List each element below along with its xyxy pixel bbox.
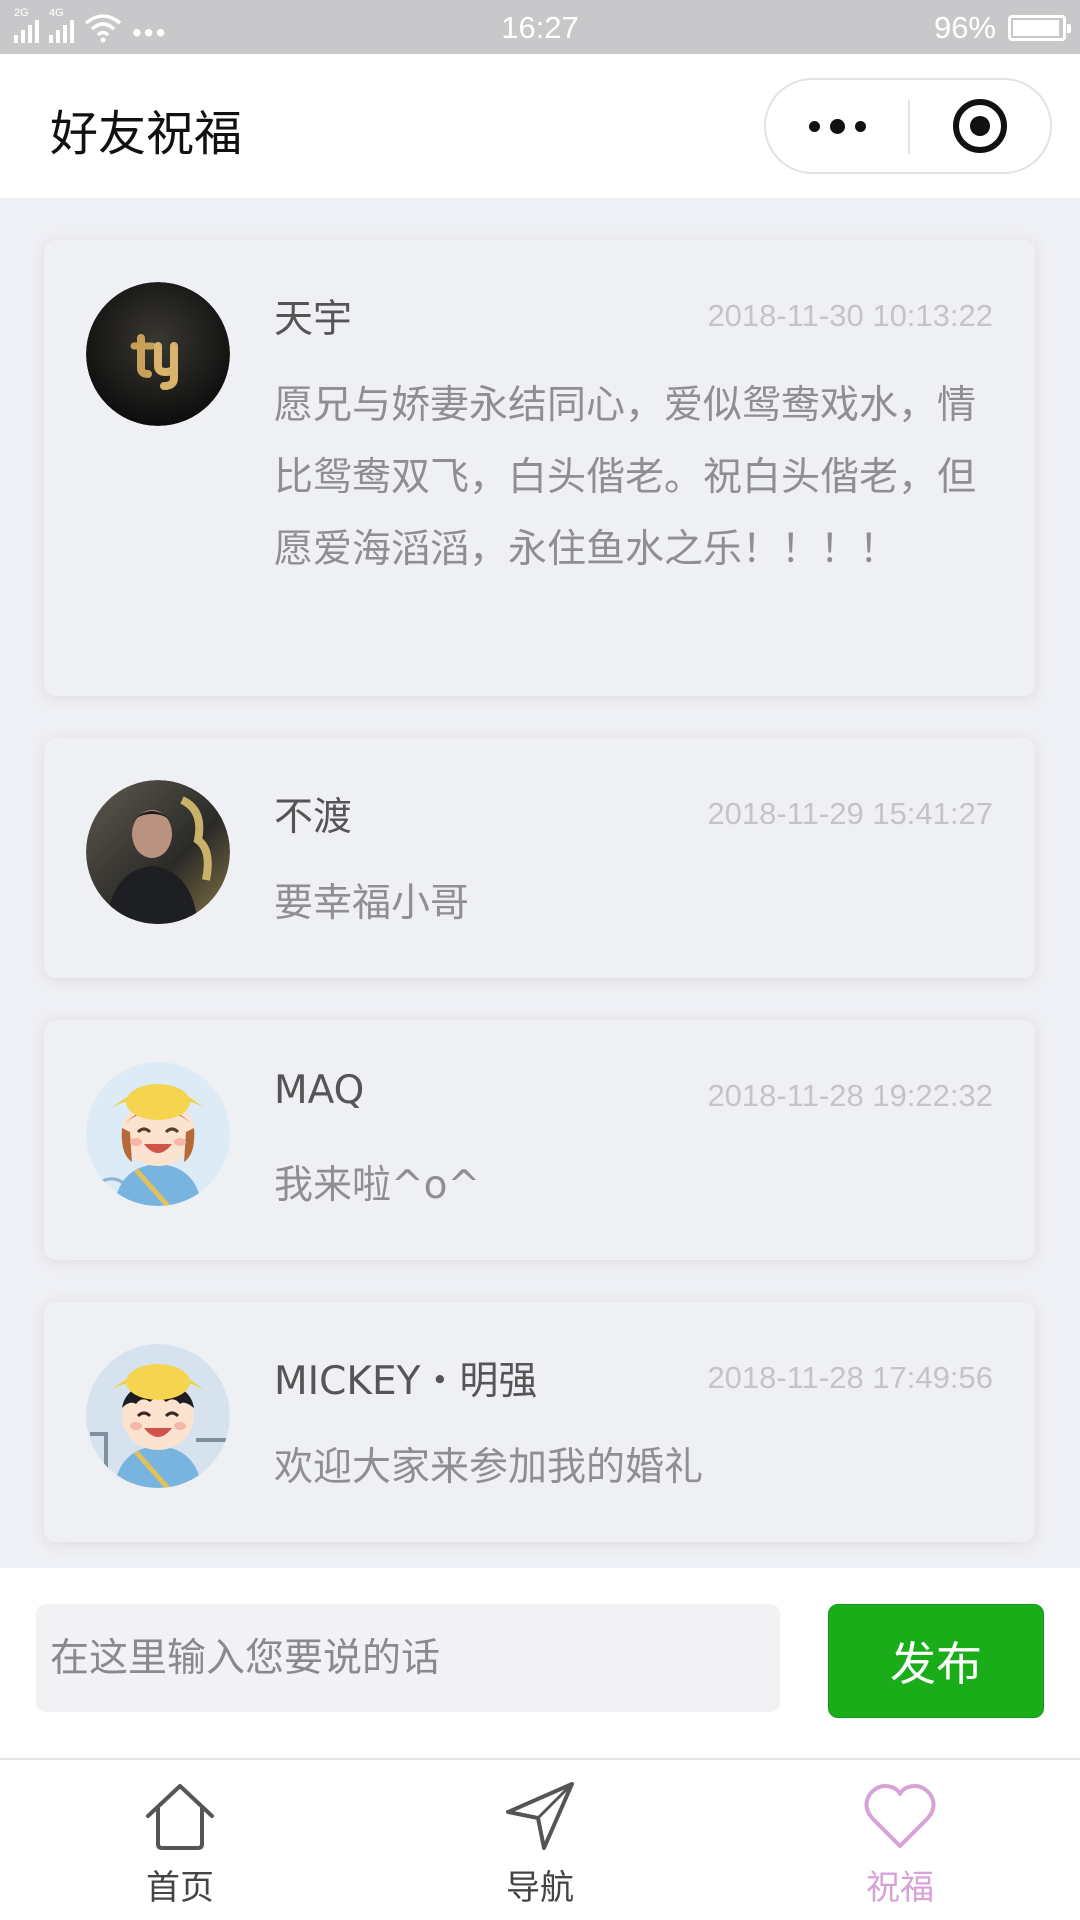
- page-title: 好友祝福: [50, 106, 243, 162]
- publish-button[interactable]: 发布: [828, 1604, 1044, 1718]
- tab-label: 导航: [506, 1868, 574, 1908]
- tab-label: 首页: [146, 1868, 214, 1908]
- tab-navigation[interactable]: 导航: [440, 1776, 640, 1916]
- navigation-arrow-icon: [506, 1782, 574, 1850]
- sender-name: 天宇: [274, 297, 353, 342]
- more-dots-icon[interactable]: [766, 80, 908, 172]
- tab-blessing[interactable]: 祝福: [800, 1776, 1000, 1916]
- avatar[interactable]: [86, 1344, 230, 1488]
- battery-icon: [1008, 15, 1071, 41]
- avatar[interactable]: [86, 282, 230, 426]
- navigation-bar: 好友祝福: [0, 54, 1080, 198]
- cartoon-girl-avatar-icon: [86, 1062, 230, 1206]
- avatar[interactable]: [86, 780, 230, 924]
- message-text: 要幸福小哥: [274, 881, 470, 926]
- ty-logo-avatar-icon: [86, 282, 230, 426]
- message-text: 我来啦^o^: [274, 1163, 481, 1208]
- status-right: 96%: [933, 10, 1071, 46]
- message-timestamp: 2018-11-28 17:49:56: [707, 1360, 993, 1395]
- home-icon: [146, 1784, 214, 1850]
- clock: 16:27: [501, 10, 579, 45]
- photo-avatar-icon: [86, 780, 230, 924]
- target-circle-icon[interactable]: [910, 80, 1050, 172]
- message-text: 欢迎大家来参加我的婚礼: [274, 1445, 704, 1490]
- battery-percent: 96%: [933, 10, 996, 45]
- sender-name: MAQ: [274, 1068, 365, 1113]
- cartoon-boy-avatar-icon: [86, 1344, 230, 1488]
- list-item: 不渡 2018-11-29 15:41:27 要幸福小哥: [44, 738, 1035, 978]
- list-item: MAQ 2018-11-28 19:22:32 我来啦^o^: [44, 1020, 1035, 1260]
- message-timestamp: 2018-11-29 15:41:27: [707, 796, 993, 831]
- sender-name: MICKEY・明强: [274, 1359, 538, 1404]
- avatar[interactable]: [86, 1062, 230, 1206]
- message-timestamp: 2018-11-30 10:13:22: [707, 298, 993, 333]
- status-bar: 2G 4G ••• 16:27 96%: [0, 0, 1080, 54]
- sender-name: 不渡: [274, 795, 353, 840]
- battery-fill: [1013, 20, 1060, 36]
- message-timestamp: 2018-11-28 19:22:32: [707, 1078, 993, 1113]
- list-item: 天宇 2018-11-30 10:13:22 愿兄与娇妻永结同心，爱似鸳鸯戏水，…: [44, 240, 1035, 696]
- list-item: MICKEY・明强 2018-11-28 17:49:56 欢迎大家来参加我的婚…: [44, 1302, 1035, 1542]
- mini-program-capsule: [764, 78, 1052, 174]
- composer: 发布: [0, 1568, 1080, 1760]
- blessing-list: 天宇 2018-11-30 10:13:22 愿兄与娇妻永结同心，爱似鸳鸯戏水，…: [0, 198, 1080, 1568]
- close-ring: [953, 99, 1007, 153]
- message-input[interactable]: [36, 1604, 780, 1712]
- message-text: 愿兄与娇妻永结同心，爱似鸳鸯戏水，情比鸳鸯双飞，白头偕老。祝白头偕老，但愿爱海滔…: [274, 383, 977, 572]
- tab-label: 祝福: [866, 1868, 934, 1908]
- tab-bar: 首页 导航 祝福: [0, 1758, 1080, 1920]
- tab-home[interactable]: 首页: [80, 1776, 280, 1916]
- heart-icon: [864, 1784, 936, 1848]
